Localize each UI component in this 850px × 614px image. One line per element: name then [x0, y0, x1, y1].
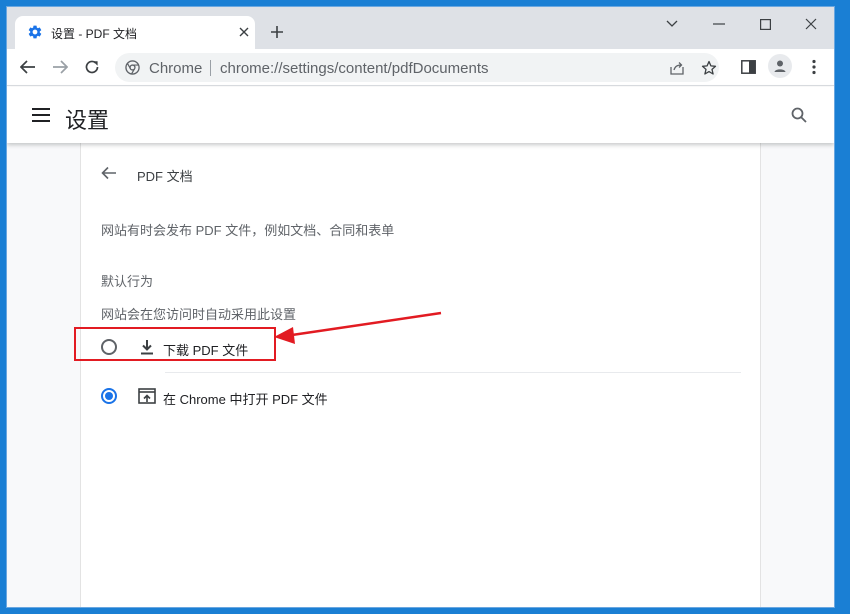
back-arrow-icon[interactable]: [97, 161, 121, 185]
close-window-icon[interactable]: [788, 9, 834, 39]
title-bar: 设置 - PDF 文档: [7, 7, 834, 49]
bookmark-star-icon[interactable]: [699, 58, 719, 78]
more-menu-icon[interactable]: [801, 54, 827, 80]
browser-toolbar: Chrome chrome://settings/content/pdfDocu…: [7, 49, 834, 86]
url-path: settings/content/pdfDocuments: [282, 60, 489, 77]
url-text[interactable]: chrome://settings/content/pdfDocuments: [220, 60, 488, 77]
active-tab[interactable]: 设置 - PDF 文档: [15, 16, 255, 49]
browser-window: 设置 - PDF 文档 Chrome chrome://settings/con…: [6, 6, 835, 608]
site-chip-label: Chrome: [149, 60, 203, 77]
option-open-in-chrome[interactable]: 在 Chrome 中打开 PDF 文件: [97, 380, 737, 412]
omnibox-separator: [210, 60, 211, 76]
page-description: 网站有时会发布 PDF 文件，例如文档、合同和表单: [101, 223, 395, 238]
settings-header: 设置: [7, 87, 834, 143]
tab-title: 设置 - PDF 文档: [51, 27, 137, 41]
annotation-highlight-box: [74, 327, 276, 361]
tab-close-icon[interactable]: [235, 23, 253, 41]
chrome-logo-icon: [125, 60, 140, 75]
tab-search-chevron-icon[interactable]: [649, 9, 695, 39]
maximize-icon[interactable]: [742, 9, 788, 39]
open-in-browser-icon: [137, 386, 157, 406]
option-divider: [165, 372, 741, 373]
share-icon[interactable]: [667, 58, 687, 78]
option-open-in-chrome-label: 在 Chrome 中打开 PDF 文件: [163, 392, 328, 407]
profile-avatar-icon[interactable]: [768, 54, 792, 78]
search-icon[interactable]: [787, 103, 811, 127]
reload-icon[interactable]: [79, 54, 105, 80]
back-arrow-icon[interactable]: [15, 54, 41, 80]
forward-arrow-icon[interactable]: [47, 54, 73, 80]
side-panel-icon[interactable]: [735, 54, 761, 80]
page-title: PDF 文档: [137, 169, 193, 184]
url-host: chrome://: [220, 60, 283, 77]
default-behavior-heading: 默认行为: [101, 274, 154, 289]
radio-open-in-chrome[interactable]: [101, 388, 117, 404]
menu-hamburger-icon[interactable]: [29, 103, 53, 127]
pdf-settings-card: PDF 文档 网站有时会发布 PDF 文件，例如文档、合同和表单 默认行为 网站…: [80, 143, 761, 607]
settings-gear-icon: [28, 25, 42, 39]
new-tab-plus-icon[interactable]: [265, 20, 289, 44]
minimize-icon[interactable]: [696, 9, 742, 39]
settings-title: 设置: [65, 108, 110, 133]
default-behavior-subheading: 网站会在您访问时自动采用此设置: [101, 307, 297, 322]
address-bar[interactable]: Chrome chrome://settings/content/pdfDocu…: [115, 53, 719, 82]
